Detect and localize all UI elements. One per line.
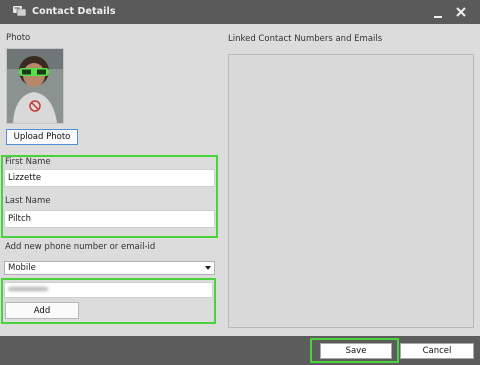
contact-card-icon bbox=[13, 6, 26, 17]
chevron-down-icon bbox=[205, 266, 211, 270]
contact-photo-image bbox=[7, 49, 63, 123]
minimize-button[interactable] bbox=[429, 3, 447, 21]
redacted-value-icon bbox=[8, 287, 48, 291]
save-button[interactable]: Save bbox=[320, 343, 392, 359]
redacted-number bbox=[8, 285, 48, 295]
add-button[interactable]: Add bbox=[5, 302, 79, 319]
close-icon bbox=[456, 7, 466, 17]
add-contact-label: Add new phone number or email-id bbox=[5, 242, 156, 252]
contact-type-select[interactable]: Mobile bbox=[4, 261, 215, 275]
contact-type-selected: Mobile bbox=[8, 263, 36, 273]
window-title: Contact Details bbox=[32, 6, 116, 17]
last-name-field[interactable]: Piltch bbox=[4, 210, 215, 228]
contact-details-dialog: Contact Details Photo Upload Photo First… bbox=[0, 0, 480, 365]
first-name-field[interactable]: Lizzette bbox=[4, 169, 215, 187]
first-name-label: First Name bbox=[5, 157, 51, 167]
close-button[interactable] bbox=[452, 3, 470, 21]
cancel-button[interactable]: Cancel bbox=[400, 343, 474, 359]
last-name-label: Last Name bbox=[5, 196, 51, 206]
title-bar: Contact Details bbox=[0, 0, 480, 24]
contact-photo bbox=[6, 48, 64, 124]
phone-email-input[interactable] bbox=[4, 282, 213, 298]
photo-label: Photo bbox=[6, 33, 31, 43]
minimize-icon bbox=[434, 15, 442, 18]
linked-contacts-list[interactable] bbox=[228, 54, 474, 328]
upload-photo-button[interactable]: Upload Photo bbox=[6, 129, 78, 145]
linked-contacts-label: Linked Contact Numbers and Emails bbox=[228, 34, 383, 44]
